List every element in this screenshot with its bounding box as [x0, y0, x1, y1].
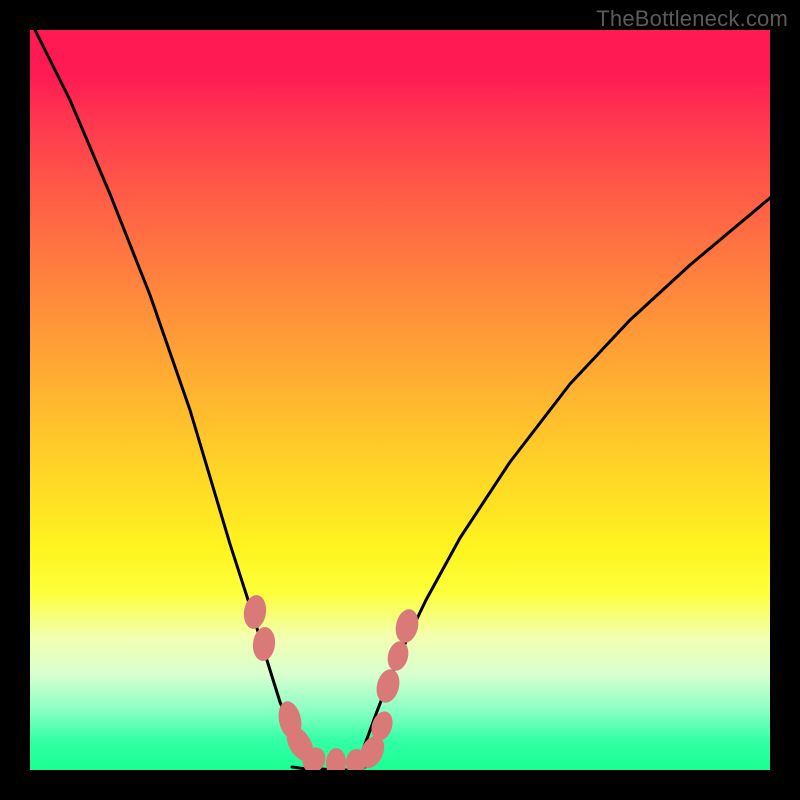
marker-right-mid	[373, 667, 403, 705]
series-left-curve	[35, 30, 332, 770]
marker-right-up1	[385, 639, 412, 673]
plot-frame	[30, 30, 770, 770]
marker-left-mid	[251, 626, 276, 662]
series-right-curve	[348, 198, 770, 770]
chart-svg	[30, 30, 770, 770]
marker-floor-2	[325, 748, 346, 770]
marker-layer	[242, 594, 422, 770]
marker-left-upper	[242, 594, 269, 631]
watermark-text: TheBottleneck.com	[596, 6, 788, 32]
marker-right-up2	[393, 607, 422, 645]
